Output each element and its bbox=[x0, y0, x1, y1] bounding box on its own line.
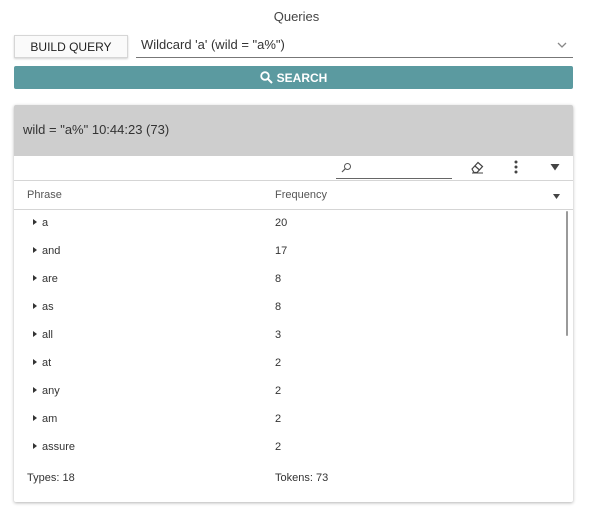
triangle-down-icon[interactable] bbox=[550, 163, 560, 171]
table-row[interactable]: are 8 bbox=[14, 266, 573, 294]
result-header-text: wild = "a%" 10:44:23 (73) bbox=[23, 122, 170, 137]
table-row[interactable]: assure 2 bbox=[14, 434, 573, 462]
page-title: Queries bbox=[273, 9, 320, 24]
triangle-right-icon[interactable] bbox=[33, 303, 37, 309]
table-row[interactable]: and 17 bbox=[14, 238, 573, 266]
frequency-cell: 20 bbox=[275, 217, 288, 229]
table-body: a 20 and 17 are 8 as 8 all 3 at 2 any 2 … bbox=[14, 210, 573, 462]
triangle-right-icon[interactable] bbox=[33, 443, 37, 449]
phrase-cell: as bbox=[42, 301, 54, 313]
filter-input[interactable] bbox=[336, 156, 452, 179]
frequency-cell: 3 bbox=[275, 329, 282, 341]
phrase-cell: a bbox=[42, 217, 49, 229]
table-header: Phrase Frequency bbox=[14, 181, 573, 210]
triangle-right-icon[interactable] bbox=[33, 415, 37, 421]
table-row[interactable]: at 2 bbox=[14, 350, 573, 378]
frequency-cell: 8 bbox=[275, 301, 282, 313]
table-footer: Types: 18 Tokens: 73 bbox=[14, 462, 573, 490]
table-scrollbar[interactable] bbox=[566, 211, 568, 336]
build-query-label: BUILD QUERY bbox=[30, 39, 112, 54]
phrase-cell: assure bbox=[42, 441, 76, 453]
column-header-frequency[interactable]: Frequency bbox=[275, 189, 327, 201]
magnifier-icon bbox=[341, 163, 351, 173]
triangle-right-icon[interactable] bbox=[33, 331, 37, 337]
triangle-right-icon[interactable] bbox=[33, 359, 37, 365]
more-vertical-icon[interactable] bbox=[511, 159, 521, 175]
query-select[interactable]: Wildcard 'a' (wild = "a%") bbox=[136, 34, 573, 58]
types-count: Types: 18 bbox=[27, 472, 75, 484]
search-icon bbox=[259, 71, 273, 84]
triangle-right-icon[interactable] bbox=[33, 275, 37, 281]
eraser-icon[interactable] bbox=[470, 160, 484, 174]
frequency-cell: 17 bbox=[275, 245, 288, 257]
triangle-right-icon[interactable] bbox=[33, 387, 37, 393]
table-row[interactable]: all 3 bbox=[14, 322, 573, 350]
result-header[interactable]: wild = "a%" 10:44:23 (73) bbox=[14, 105, 573, 156]
phrase-cell: all bbox=[42, 329, 54, 341]
frequency-cell: 8 bbox=[275, 273, 282, 285]
frequency-cell: 2 bbox=[275, 385, 282, 397]
search-label: SEARCH bbox=[276, 70, 328, 85]
table-row[interactable]: any 2 bbox=[14, 378, 573, 406]
result-panel: wild = "a%" 10:44:23 (73) Phrase Frequen… bbox=[14, 105, 573, 502]
tokens-count: Tokens: 73 bbox=[275, 472, 329, 484]
phrase-cell: am bbox=[42, 413, 58, 425]
frequency-cell: 2 bbox=[275, 357, 282, 369]
result-toolbar bbox=[14, 156, 573, 181]
phrase-cell: are bbox=[42, 273, 58, 285]
frequency-cell: 2 bbox=[275, 413, 282, 425]
chevron-down-icon bbox=[557, 42, 567, 48]
phrase-cell: any bbox=[42, 385, 60, 397]
build-query-button[interactable]: BUILD QUERY bbox=[14, 35, 128, 58]
search-button[interactable]: SEARCH bbox=[14, 66, 573, 89]
sort-caret-icon[interactable] bbox=[553, 194, 560, 199]
column-header-phrase[interactable]: Phrase bbox=[27, 189, 62, 201]
table-row[interactable]: as 8 bbox=[14, 294, 573, 322]
phrase-cell: at bbox=[42, 357, 52, 369]
table-row[interactable]: am 2 bbox=[14, 406, 573, 434]
triangle-right-icon[interactable] bbox=[33, 247, 37, 253]
frequency-cell: 2 bbox=[275, 441, 282, 453]
phrase-cell: and bbox=[42, 245, 61, 257]
table-row[interactable]: a 20 bbox=[14, 210, 573, 238]
query-select-value: Wildcard 'a' (wild = "a%") bbox=[141, 37, 285, 52]
triangle-right-icon[interactable] bbox=[33, 219, 37, 225]
